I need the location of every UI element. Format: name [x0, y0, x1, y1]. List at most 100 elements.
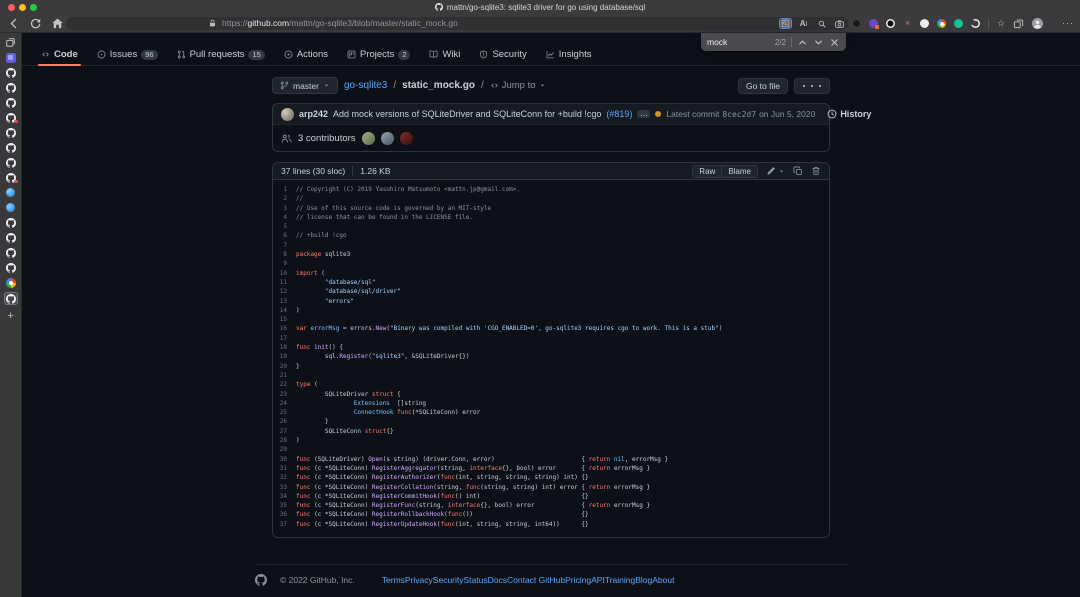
star-icon[interactable]: ☆	[997, 17, 1005, 30]
line-number[interactable]: 21	[273, 371, 287, 380]
extension-icon[interactable]	[971, 19, 980, 28]
browser-tab-github[interactable]	[4, 217, 18, 228]
commit-status-icon[interactable]	[655, 111, 661, 117]
go-to-file-button[interactable]: Go to file	[738, 78, 788, 94]
line-number[interactable]: 9	[273, 259, 287, 268]
extension-icon[interactable]	[954, 19, 963, 28]
browser-tab-active[interactable]	[4, 292, 18, 305]
browser-tab-google[interactable]	[4, 277, 18, 288]
line-number[interactable]: 15	[273, 315, 287, 324]
commit-author-avatar[interactable]	[281, 108, 294, 121]
browser-tab-github[interactable]	[4, 82, 18, 93]
browser-tab-github[interactable]	[4, 142, 18, 153]
line-number[interactable]: 8	[273, 250, 287, 259]
browser-tab[interactable]	[4, 187, 18, 198]
close-window-button[interactable]	[8, 4, 15, 11]
address-bar[interactable]: https://github.com/mattn/go-sqlite3/blob…	[66, 17, 848, 30]
line-number[interactable]: 31	[273, 464, 287, 473]
commit-hash[interactable]: 8cec2d7	[722, 110, 756, 119]
raw-button[interactable]: Raw	[693, 166, 721, 177]
commit-pr-link[interactable]: (#819)	[606, 109, 632, 119]
line-number[interactable]: 23	[273, 390, 287, 399]
tab-actions-icon[interactable]	[4, 37, 18, 48]
line-number[interactable]: 10	[273, 269, 287, 278]
line-number[interactable]: 19	[273, 352, 287, 361]
tab-insights[interactable]: Insights	[541, 44, 597, 65]
browser-tab-github[interactable]	[4, 127, 18, 138]
line-number[interactable]: 13	[273, 297, 287, 306]
line-number[interactable]: 20	[273, 362, 287, 371]
line-number[interactable]: 11	[273, 278, 287, 287]
read-aloud-icon[interactable]: A)	[797, 18, 810, 29]
browser-tab[interactable]	[4, 202, 18, 213]
minimize-window-button[interactable]	[19, 4, 26, 11]
zoom-icon[interactable]	[815, 18, 828, 29]
line-number[interactable]: 18	[273, 343, 287, 352]
breadcrumb-repo-link[interactable]: go-sqlite3	[344, 80, 387, 91]
back-icon[interactable]	[7, 17, 20, 30]
footer-link[interactable]: Terms	[382, 575, 405, 585]
line-number[interactable]: 37	[273, 520, 287, 529]
line-number[interactable]: 33	[273, 483, 287, 492]
footer-link[interactable]: Status	[464, 575, 488, 585]
footer-link[interactable]: Training	[605, 575, 635, 585]
extension-icon[interactable]: ×	[903, 19, 912, 28]
line-number[interactable]: 7	[273, 241, 287, 250]
footer-link[interactable]: Privacy	[405, 575, 433, 585]
line-number[interactable]: 32	[273, 473, 287, 482]
history-link[interactable]: History	[827, 109, 871, 119]
line-number[interactable]: 34	[273, 492, 287, 501]
chevron-down-icon[interactable]	[778, 168, 785, 175]
tab-actions[interactable]: Actions	[279, 44, 333, 65]
find-query[interactable]: mock	[707, 37, 770, 47]
extension-icon[interactable]	[937, 19, 946, 28]
footer-link[interactable]: API	[591, 575, 605, 585]
jump-to-dropdown[interactable]: Jump to	[490, 80, 546, 91]
footer-link[interactable]: Pricing	[565, 575, 591, 585]
contributor-avatar[interactable]	[400, 132, 413, 145]
zoom-window-button[interactable]	[30, 4, 37, 11]
line-number[interactable]: 30	[273, 455, 287, 464]
find-in-page-icon[interactable]	[779, 18, 792, 29]
contributor-avatar[interactable]	[362, 132, 375, 145]
find-bar[interactable]: mock 2/2	[701, 33, 846, 51]
tab-projects[interactable]: Projects2	[342, 44, 416, 65]
browser-tab-github[interactable]	[4, 97, 18, 108]
commit-author[interactable]: arp242	[299, 109, 328, 119]
browser-tab-github[interactable]	[4, 262, 18, 273]
line-number[interactable]: 14	[273, 306, 287, 315]
commit-message[interactable]: Add mock versions of SQLiteDriver and SQ…	[333, 109, 601, 119]
line-number[interactable]: 28	[273, 436, 287, 445]
commit-expander[interactable]: …	[637, 110, 650, 118]
line-number[interactable]: 29	[273, 445, 287, 454]
find-next-icon[interactable]	[813, 37, 824, 48]
line-number[interactable]: 26	[273, 417, 287, 426]
line-number[interactable]: 27	[273, 427, 287, 436]
browser-tab-github-notification[interactable]	[4, 172, 18, 183]
browser-tab-github[interactable]	[4, 232, 18, 243]
contributors-count[interactable]: 3 contributors	[298, 133, 356, 144]
footer-link[interactable]: Docs	[488, 575, 507, 585]
tab-code[interactable]: Code	[36, 44, 83, 65]
url-text[interactable]: https://github.com/mattn/go-sqlite3/blob…	[222, 17, 458, 30]
browser-tab-github[interactable]	[4, 67, 18, 78]
home-icon[interactable]	[51, 17, 64, 30]
footer-link[interactable]: Blog	[635, 575, 652, 585]
line-number[interactable]: 16	[273, 324, 287, 333]
find-previous-icon[interactable]	[797, 37, 808, 48]
extension-icon[interactable]	[869, 19, 878, 28]
tab-pulls[interactable]: Pull requests15	[172, 44, 270, 65]
contributor-avatar[interactable]	[381, 132, 394, 145]
file-options-kebab-button[interactable]	[794, 78, 830, 94]
menu-dots-icon[interactable]: ···	[1062, 17, 1074, 30]
extension-icon[interactable]	[852, 19, 861, 28]
profile-avatar[interactable]	[1032, 18, 1043, 29]
footer-link[interactable]: About	[652, 575, 674, 585]
browser-tab[interactable]	[4, 52, 18, 63]
copy-icon[interactable]	[793, 166, 803, 176]
line-number[interactable]: 6	[273, 231, 287, 240]
line-number[interactable]: 3	[273, 204, 287, 213]
line-number[interactable]: 17	[273, 334, 287, 343]
line-number[interactable]: 22	[273, 380, 287, 389]
extension-icon[interactable]	[886, 19, 895, 28]
